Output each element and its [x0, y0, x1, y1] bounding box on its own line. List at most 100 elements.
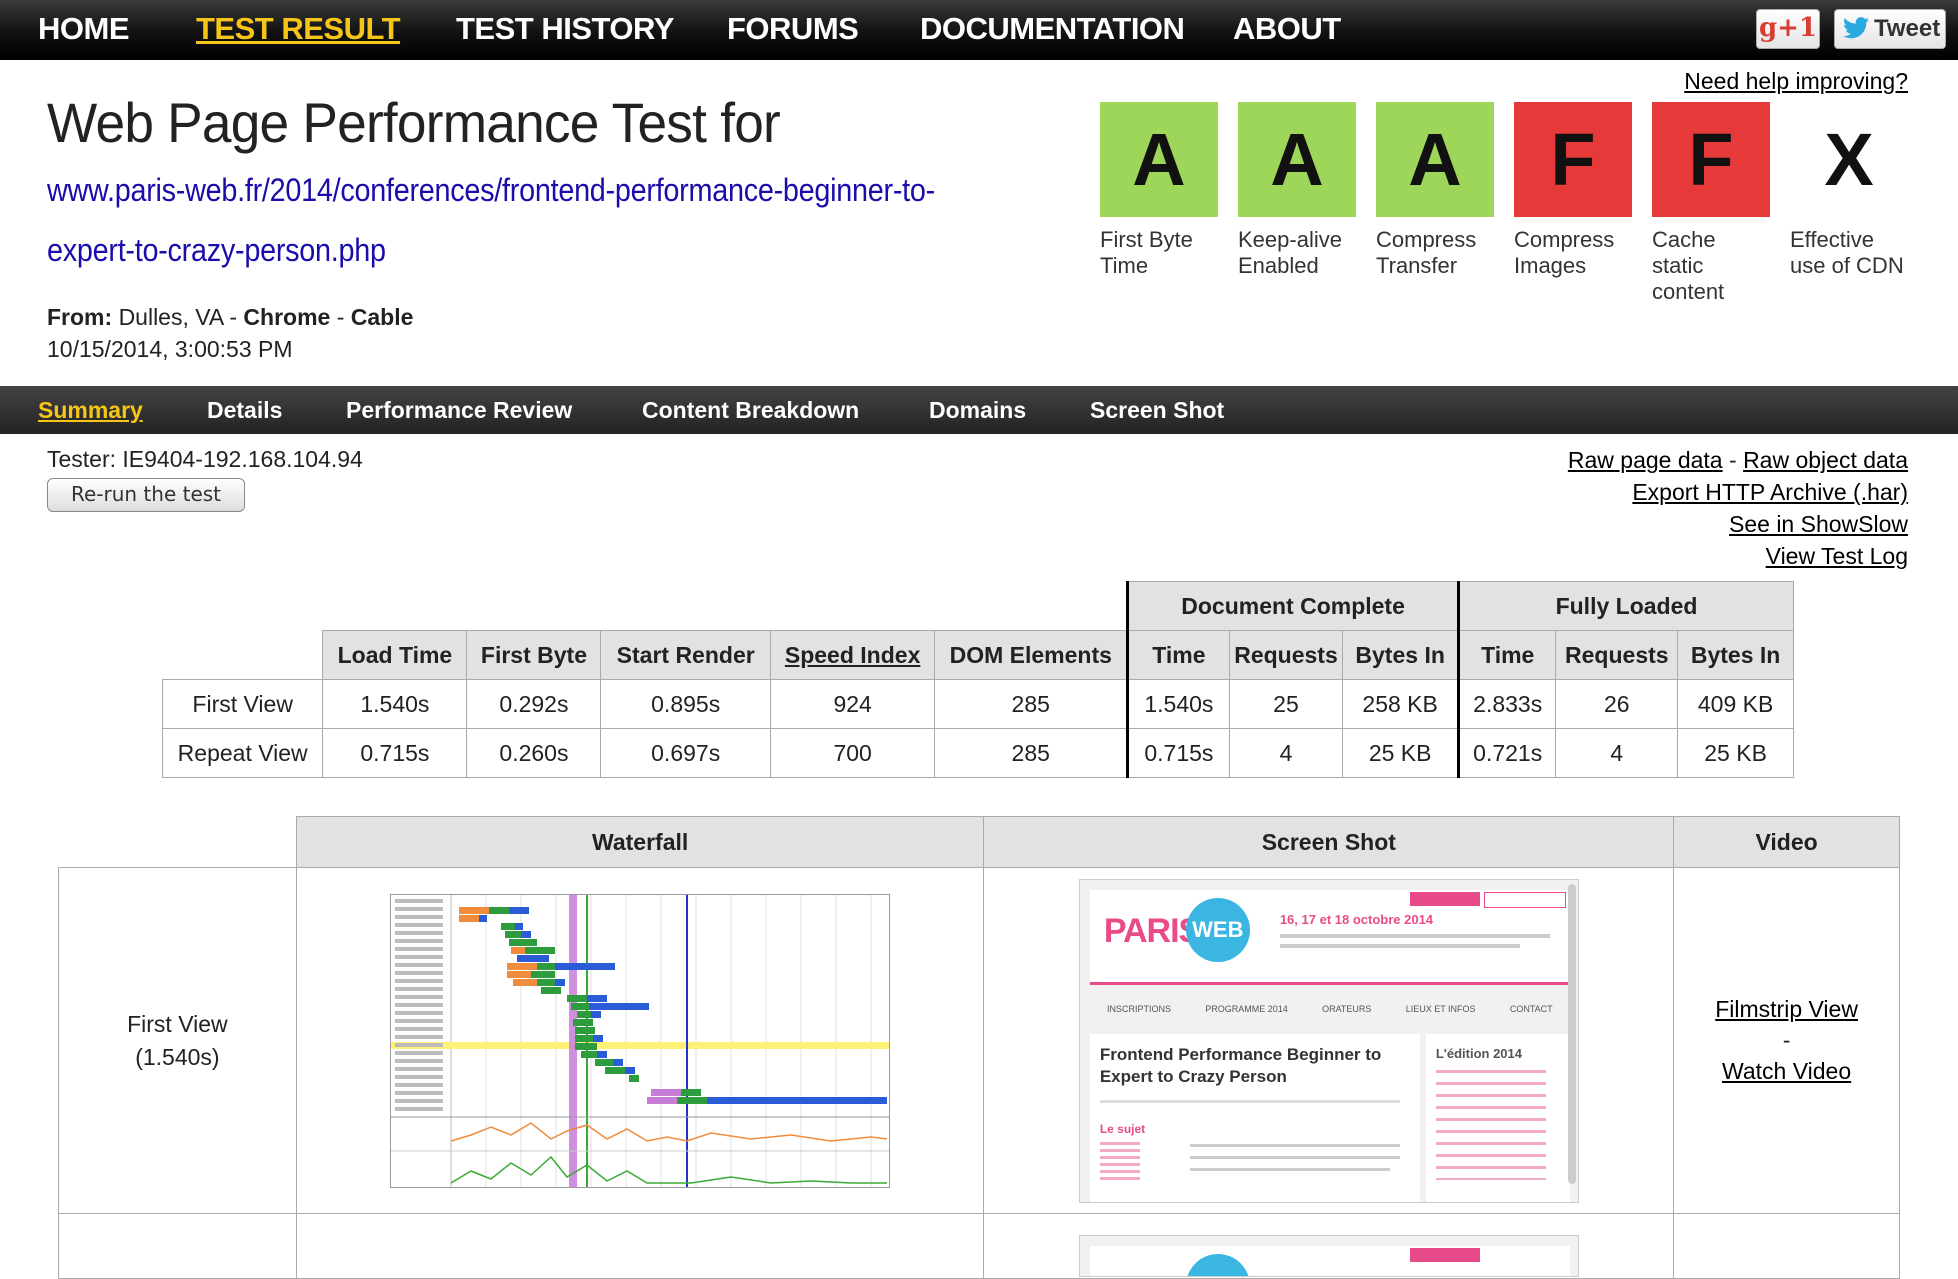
- table-cell: 2.833s: [1456, 679, 1557, 729]
- tested-url-line-1[interactable]: www.paris-web.fr/2014/conferences/fronte…: [47, 172, 935, 209]
- video-cell: Filmstrip View - Watch Video: [1673, 867, 1900, 1214]
- nav-about[interactable]: ABOUT: [1233, 0, 1341, 60]
- tab-performance-review[interactable]: Performance Review: [346, 386, 572, 434]
- filmstrip-view-link[interactable]: Filmstrip View: [1715, 996, 1858, 1022]
- tweet-label: Tweet: [1874, 15, 1941, 42]
- table-cell: 0.260s: [466, 728, 602, 778]
- table-cell: 285: [934, 679, 1129, 729]
- grade-compress-transfer[interactable]: A Compress Transfer: [1376, 102, 1494, 279]
- location: Dulles, VA: [118, 304, 223, 330]
- view-test-log-link[interactable]: View Test Log: [1766, 543, 1908, 569]
- tweet-button[interactable]: Tweet: [1834, 9, 1946, 49]
- grade-cdn[interactable]: X Effective use of CDN: [1790, 102, 1908, 279]
- raw-page-data-link[interactable]: Raw page data: [1568, 447, 1723, 473]
- grade-keep-alive[interactable]: A Keep-alive Enabled: [1238, 102, 1356, 279]
- col-doc-requests: Requests: [1228, 630, 1344, 680]
- first-view-cell: First View (1.540s): [58, 867, 297, 1214]
- rerun-test-button[interactable]: Re-run the test: [47, 478, 245, 512]
- export-har-link[interactable]: Export HTTP Archive (.har): [1632, 479, 1908, 505]
- nav-test-result[interactable]: TEST RESULT: [196, 0, 401, 60]
- shot-menu-item: ORATEURS: [1322, 1003, 1372, 1014]
- waterfall-cell: [295, 867, 985, 1214]
- shot-menu-item: PROGRAMME 2014: [1205, 1003, 1288, 1014]
- screenshot-cell: PARIS WEB 16, 17 et 18 octobre 2014 INSC…: [983, 867, 1675, 1214]
- media-table: Waterfall Screen Shot Video First View (…: [58, 816, 1900, 1279]
- table-cell: 409 KB: [1677, 679, 1794, 729]
- google-plus-button[interactable]: g+1: [1756, 9, 1820, 49]
- col-first-byte: First Byte: [466, 630, 602, 680]
- grade-compress-images[interactable]: F Compress Images: [1514, 102, 1632, 279]
- table-cell: 924: [769, 679, 936, 729]
- tab-domains[interactable]: Domains: [929, 386, 1026, 434]
- tester-info: Tester: IE9404-192.168.104.94: [47, 446, 363, 472]
- video-header: Video: [1673, 816, 1900, 868]
- watch-video-link[interactable]: Watch Video: [1722, 1058, 1851, 1084]
- col-doc-time: Time: [1126, 630, 1230, 680]
- from-label: From:: [47, 304, 113, 330]
- tab-screen-shot[interactable]: Screen Shot: [1090, 386, 1224, 434]
- table-cell: 700: [769, 728, 936, 778]
- shot-sidebar-title: L'édition 2014: [1435, 1045, 1522, 1061]
- test-location-line: From: Dulles, VA - Chrome - Cable: [47, 304, 413, 331]
- first-view-time: (1.540s): [135, 1043, 220, 1070]
- shot-menu-item: INSCRIPTIONS: [1106, 1003, 1171, 1014]
- col-start-render: Start Render: [600, 630, 771, 680]
- nav-documentation[interactable]: DOCUMENTATION: [920, 0, 1185, 60]
- grade-cache-static[interactable]: F Cache static content: [1652, 102, 1770, 305]
- top-navbar: HOME TEST RESULT TEST HISTORY FORUMS DOC…: [0, 0, 1958, 60]
- waterfall-header: Waterfall: [295, 816, 985, 868]
- table-cell: 25 KB: [1677, 728, 1794, 778]
- repeat-screenshot-thumbnail[interactable]: [1078, 1235, 1579, 1277]
- col-full-time: Time: [1456, 630, 1557, 680]
- grade-label: Cache static content: [1652, 227, 1725, 304]
- table-row: Repeat View 0.715s 0.260s 0.697s 700 285…: [161, 728, 1794, 778]
- screenshot-header: Screen Shot: [983, 816, 1675, 868]
- waterfall-thumbnail[interactable]: [390, 893, 891, 1188]
- tab-summary[interactable]: Summary: [38, 386, 143, 434]
- shot-tagline: 16, 17 et 18 octobre 2014: [1279, 911, 1434, 927]
- nav-test-history[interactable]: TEST HISTORY: [456, 0, 674, 60]
- shot-menu-item: LIEUX ET INFOS: [1405, 1003, 1476, 1014]
- nav-forums[interactable]: FORUMS: [727, 0, 859, 60]
- col-dom-elements: DOM Elements: [934, 630, 1129, 680]
- tested-url-line-2[interactable]: expert-to-crazy-person.php: [47, 232, 386, 269]
- grade-first-byte-time[interactable]: A First Byte Time: [1100, 102, 1218, 279]
- grade-letter: F: [1652, 102, 1770, 217]
- table-cell: 0.721s: [1456, 728, 1557, 778]
- grade-letter: A: [1100, 102, 1218, 217]
- col-load-time: Load Time: [322, 630, 468, 680]
- waterfall-chart-image: [391, 894, 890, 1187]
- shot-scrollbar: [1567, 883, 1576, 1184]
- test-date: 10/15/2014, 3:00:53 PM: [47, 336, 293, 362]
- nav-home[interactable]: HOME: [38, 0, 130, 60]
- shot-sidebar: L'édition 2014: [1425, 1033, 1570, 1202]
- col-speed-index[interactable]: Speed Index: [769, 630, 936, 680]
- shot-article: Frontend Performance Beginner to Expert …: [1089, 1033, 1420, 1202]
- grade-label: Effective use of CDN: [1790, 227, 1904, 278]
- table-cell: 1.540s: [322, 679, 468, 729]
- shot-menu: INSCRIPTIONS PROGRAMME 2014 ORATEURS LIE…: [1090, 992, 1570, 1026]
- repeat-view-row: [58, 1213, 1900, 1279]
- tab-details[interactable]: Details: [207, 386, 282, 434]
- table-row: First View 1.540s 0.292s 0.895s 924 285 …: [161, 679, 1794, 729]
- connection: Cable: [350, 304, 414, 330]
- grade-label: Compress Images: [1514, 227, 1615, 278]
- screenshot-thumbnail[interactable]: PARIS WEB 16, 17 et 18 octobre 2014 INSC…: [1078, 878, 1579, 1203]
- table-cell: 25: [1228, 679, 1344, 729]
- grade-letter: X: [1824, 118, 1874, 201]
- separator: -: [336, 304, 345, 330]
- table-cell: 258 KB: [1342, 679, 1459, 729]
- table-cell: 4: [1555, 728, 1679, 778]
- table-cell: 4: [1228, 728, 1344, 778]
- shot-menu-item: CONTACT: [1509, 1003, 1553, 1014]
- showslow-link[interactable]: See in ShowSlow: [1729, 511, 1908, 537]
- table-cell: 0.715s: [1126, 728, 1230, 778]
- raw-object-data-link[interactable]: Raw object data: [1743, 447, 1908, 473]
- row-label: First View: [161, 679, 324, 729]
- tab-content-breakdown[interactable]: Content Breakdown: [642, 386, 859, 434]
- table-cell: 0.292s: [466, 679, 602, 729]
- shot-logo-badge: WEB: [1185, 897, 1250, 962]
- twitter-bird-icon: [1843, 17, 1869, 39]
- repeat-view-cell: [58, 1213, 297, 1279]
- need-help-link[interactable]: Need help improving?: [1684, 68, 1908, 95]
